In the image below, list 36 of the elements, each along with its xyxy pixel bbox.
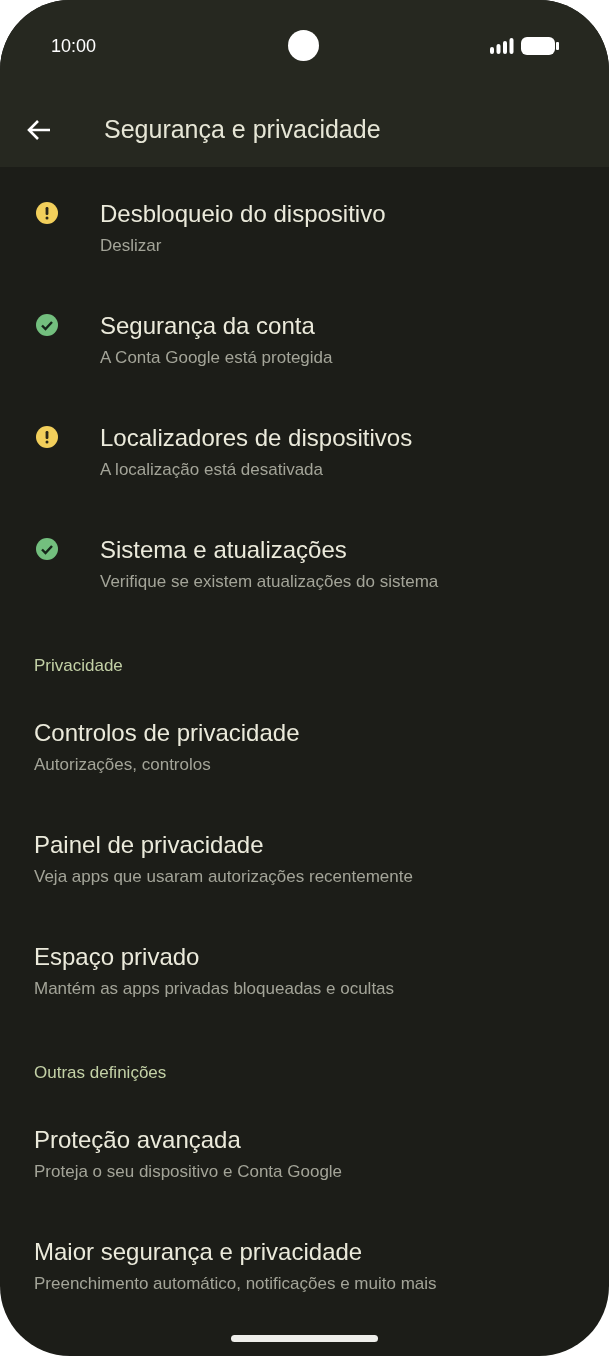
item-title: Painel de privacidade xyxy=(34,830,265,860)
settings-item[interactable]: Localizadores de dispositivos A localização está desativada xyxy=(0,391,609,503)
battery-icon xyxy=(521,37,559,55)
settings-item[interactable]: Desbloqueio do dispositivo Deslizar xyxy=(0,167,609,279)
settings-item[interactable]: Espaço privado Mantém as apps privadas bloqueadas e ocultas xyxy=(0,910,609,1022)
item-title: Proteção avançada xyxy=(34,1125,242,1155)
back-button[interactable] xyxy=(26,118,52,141)
item-subtitle: Preenchimento automático, notificações e muito mais xyxy=(34,1273,437,1295)
item-title: Segurança da conta xyxy=(100,311,316,341)
section-heading: Outras definições xyxy=(33,1062,168,1084)
status-time: 10:00 xyxy=(51,35,97,57)
item-title: Localizadores de dispositivos xyxy=(100,423,413,453)
page-title: Segurança e privacidade xyxy=(104,115,381,144)
settings-item[interactable]: Maior segurança e privacidade Preenchimento automático, notificações e muito mais xyxy=(0,1205,609,1317)
item-title: Desbloqueio do dispositivo xyxy=(100,199,386,229)
item-subtitle: A localização está desativada xyxy=(100,459,325,481)
item-title: Controlos de privacidade xyxy=(34,718,300,748)
back-arrow-icon xyxy=(26,118,52,141)
item-subtitle: Verifique se existem atualizações do sistema xyxy=(100,571,439,593)
settings-item[interactable]: Controlos de privacidade Autorizações, controlos xyxy=(0,686,609,798)
item-subtitle: Proteja o seu dispositivo e Conta Google xyxy=(34,1161,343,1183)
item-subtitle: Autorizações, controlos xyxy=(34,754,212,776)
section-heading: Privacidade xyxy=(33,655,124,677)
item-subtitle: A Conta Google está protegida xyxy=(100,347,333,369)
settings-item[interactable]: Segurança da conta A Conta Google está protegida xyxy=(0,279,609,391)
item-title: Sistema e atualizações xyxy=(100,535,348,565)
settings-item[interactable]: Proteção avançada Proteja o seu dispositivo e Conta Google xyxy=(0,1093,609,1205)
item-subtitle: Mantém as apps privadas bloqueadas e ocultas xyxy=(34,978,395,1000)
settings-item[interactable]: Sistema e atualizações Verifique se existem atualizações do sistema xyxy=(0,503,609,615)
item-title: Espaço privado xyxy=(34,942,201,972)
signal-icon xyxy=(490,38,514,54)
settings-item[interactable]: Painel de privacidade Veja apps que usaram autorizações recentemente xyxy=(0,798,609,910)
item-title: Maior segurança e privacidade xyxy=(34,1237,364,1267)
item-subtitle: Deslizar xyxy=(100,235,163,257)
item-subtitle: Veja apps que usaram autorizações recentemente xyxy=(34,866,413,888)
camera-icon xyxy=(288,30,319,61)
